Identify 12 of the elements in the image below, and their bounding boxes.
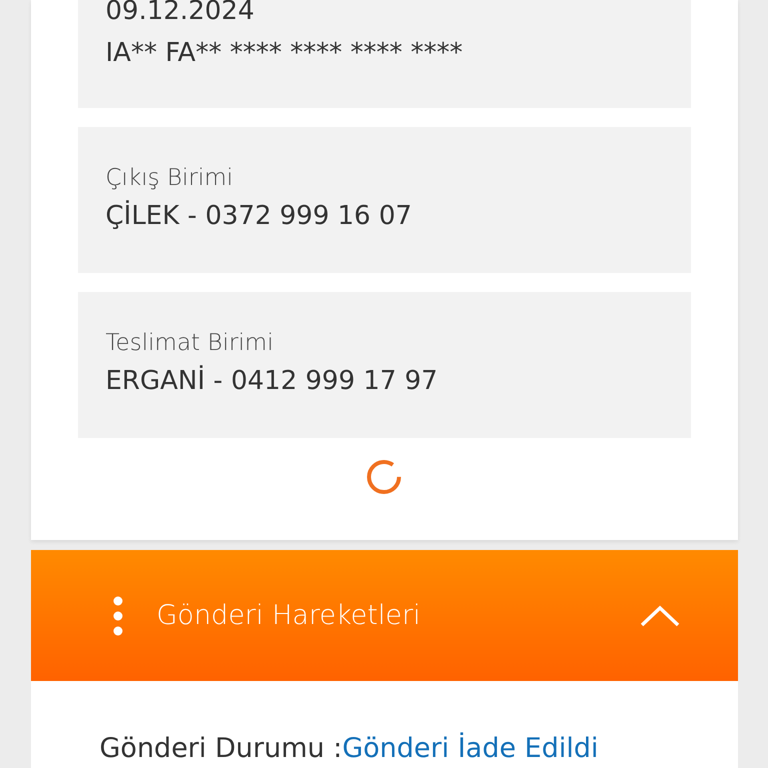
shipment-status: Gönderi Durumu :Gönderi İade Edildi: [100, 733, 600, 764]
more-vertical-icon[interactable]: [112, 596, 122, 636]
chevron-up-icon[interactable]: [640, 604, 680, 626]
loading-spinner-icon: [365, 458, 403, 496]
section-title: Gönderi Hareketleri: [156, 600, 422, 631]
field-value: 09.12.2024: [106, 0, 256, 28]
section-header[interactable]: Gönderi Hareketleri: [30, 550, 738, 681]
field-value: ERGANİ - 0412 999 17 97: [106, 364, 439, 398]
field-value: ÇİLEK - 0372 999 16 07: [106, 199, 413, 233]
field-label: Çıkış Birimi: [106, 165, 234, 191]
field-value: IA** FA** **** **** **** ****: [106, 37, 464, 70]
field-label: Teslimat Birimi: [106, 330, 274, 356]
